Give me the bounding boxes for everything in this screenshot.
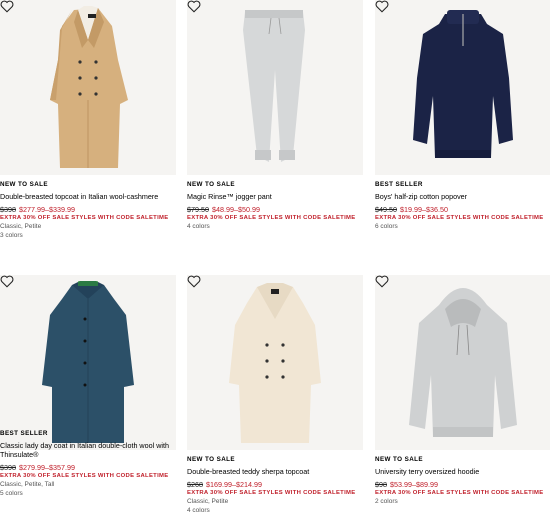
sale-price: $277.99–$339.99 xyxy=(19,205,75,214)
product-image-grey-jogger[interactable] xyxy=(187,0,363,175)
sale-price: $48.99–$50.99 xyxy=(211,205,260,214)
promo-text: EXTRA 30% OFF SALE STYLES WITH CODE SALE… xyxy=(187,215,356,221)
product-price: $49.50 $19.99–$36.50 xyxy=(375,205,550,214)
product-card[interactable]: BEST SELLER Boys' half-zip cotton popove… xyxy=(375,0,550,230)
heart-outline-icon[interactable] xyxy=(187,0,201,13)
product-image-navy-popover[interactable] xyxy=(375,0,550,175)
product-image-grey-hoodie[interactable] xyxy=(375,275,550,450)
product-price: $398 $277.99–$339.99 xyxy=(0,205,176,214)
product-badge: BEST SELLER xyxy=(0,430,48,437)
product-name[interactable]: Magic Rinse™ jogger pant xyxy=(187,192,363,201)
product-price: $79.50 $48.99–$50.99 xyxy=(187,205,363,214)
product-card[interactable]: NEW TO SALE Magic Rinse™ jogger pant $79… xyxy=(187,0,363,230)
color-count[interactable]: 3 colors xyxy=(0,231,176,240)
product-image-teal-coat[interactable] xyxy=(0,275,176,450)
product-badge: NEW TO SALE xyxy=(187,181,236,188)
promo-text: EXTRA 30% OFF SALE STYLES WITH CODE SALE… xyxy=(375,215,544,221)
promo-text: EXTRA 30% OFF SALE STYLES WITH CODE SALE… xyxy=(375,490,544,496)
product-name[interactable]: Double-breasted teddy sherpa topcoat xyxy=(187,467,363,476)
product-badge: BEST SELLER xyxy=(375,181,423,188)
fit-options: Classic, Petite, Tall xyxy=(0,481,55,488)
color-count[interactable]: 4 colors xyxy=(187,222,363,231)
product-name[interactable]: Boys' half-zip cotton popover xyxy=(375,192,550,201)
product-price: $268 $169.99–$214.99 xyxy=(187,480,363,489)
product-badge: NEW TO SALE xyxy=(187,456,236,463)
product-image-camel-topcoat[interactable] xyxy=(0,0,176,175)
color-count[interactable]: 5 colors xyxy=(0,489,176,498)
original-price: $79.50 xyxy=(187,205,209,214)
product-card[interactable]: NEW TO SALE University terry oversized h… xyxy=(375,275,550,505)
heart-outline-icon[interactable] xyxy=(0,275,14,288)
color-count[interactable]: 4 colors xyxy=(187,506,363,515)
promo-text: EXTRA 30% OFF SALE STYLES WITH CODE SALE… xyxy=(0,215,169,221)
fit-options: Classic, Petite xyxy=(0,223,42,230)
product-badge: NEW TO SALE xyxy=(0,181,49,188)
heart-outline-icon[interactable] xyxy=(0,0,14,13)
product-name[interactable]: Classic lady day coat in Italian double-… xyxy=(0,441,176,459)
product-image-cream-sherpa-coat[interactable] xyxy=(187,275,363,450)
product-card[interactable]: BEST SELLER Classic lady day coat in Ita… xyxy=(0,275,176,497)
color-count[interactable]: 2 colors xyxy=(375,497,550,506)
product-price: $398 $279.99–$357.99 xyxy=(0,463,176,472)
product-card[interactable]: NEW TO SALE Double-breasted teddy sherpa… xyxy=(187,275,363,514)
sale-price: $169.99–$214.99 xyxy=(206,480,262,489)
product-name[interactable]: Double-breasted topcoat in Italian wool-… xyxy=(0,192,176,201)
sale-price: $279.99–$357.99 xyxy=(19,463,75,472)
original-price: $98 xyxy=(375,480,387,489)
original-price: $268 xyxy=(187,480,203,489)
promo-text: EXTRA 30% OFF SALE STYLES WITH CODE SALE… xyxy=(187,490,356,496)
original-price: $398 xyxy=(0,463,16,472)
heart-outline-icon[interactable] xyxy=(375,0,389,13)
product-badge: NEW TO SALE xyxy=(375,456,424,463)
color-count[interactable]: 6 colors xyxy=(375,222,550,231)
product-card[interactable]: NEW TO SALE Double-breasted topcoat in I… xyxy=(0,0,176,239)
original-price: $398 xyxy=(0,205,16,214)
sale-price: $19.99–$36.50 xyxy=(399,205,448,214)
original-price: $49.50 xyxy=(375,205,397,214)
heart-outline-icon[interactable] xyxy=(187,275,201,288)
fit-options: Classic, Petite xyxy=(187,498,229,505)
promo-text: EXTRA 30% OFF SALE STYLES WITH CODE SALE… xyxy=(0,473,169,479)
heart-outline-icon[interactable] xyxy=(375,275,389,288)
product-price: $98 $53.99–$89.99 xyxy=(375,480,550,489)
product-name[interactable]: University terry oversized hoodie xyxy=(375,467,550,476)
sale-price: $53.99–$89.99 xyxy=(390,480,438,489)
